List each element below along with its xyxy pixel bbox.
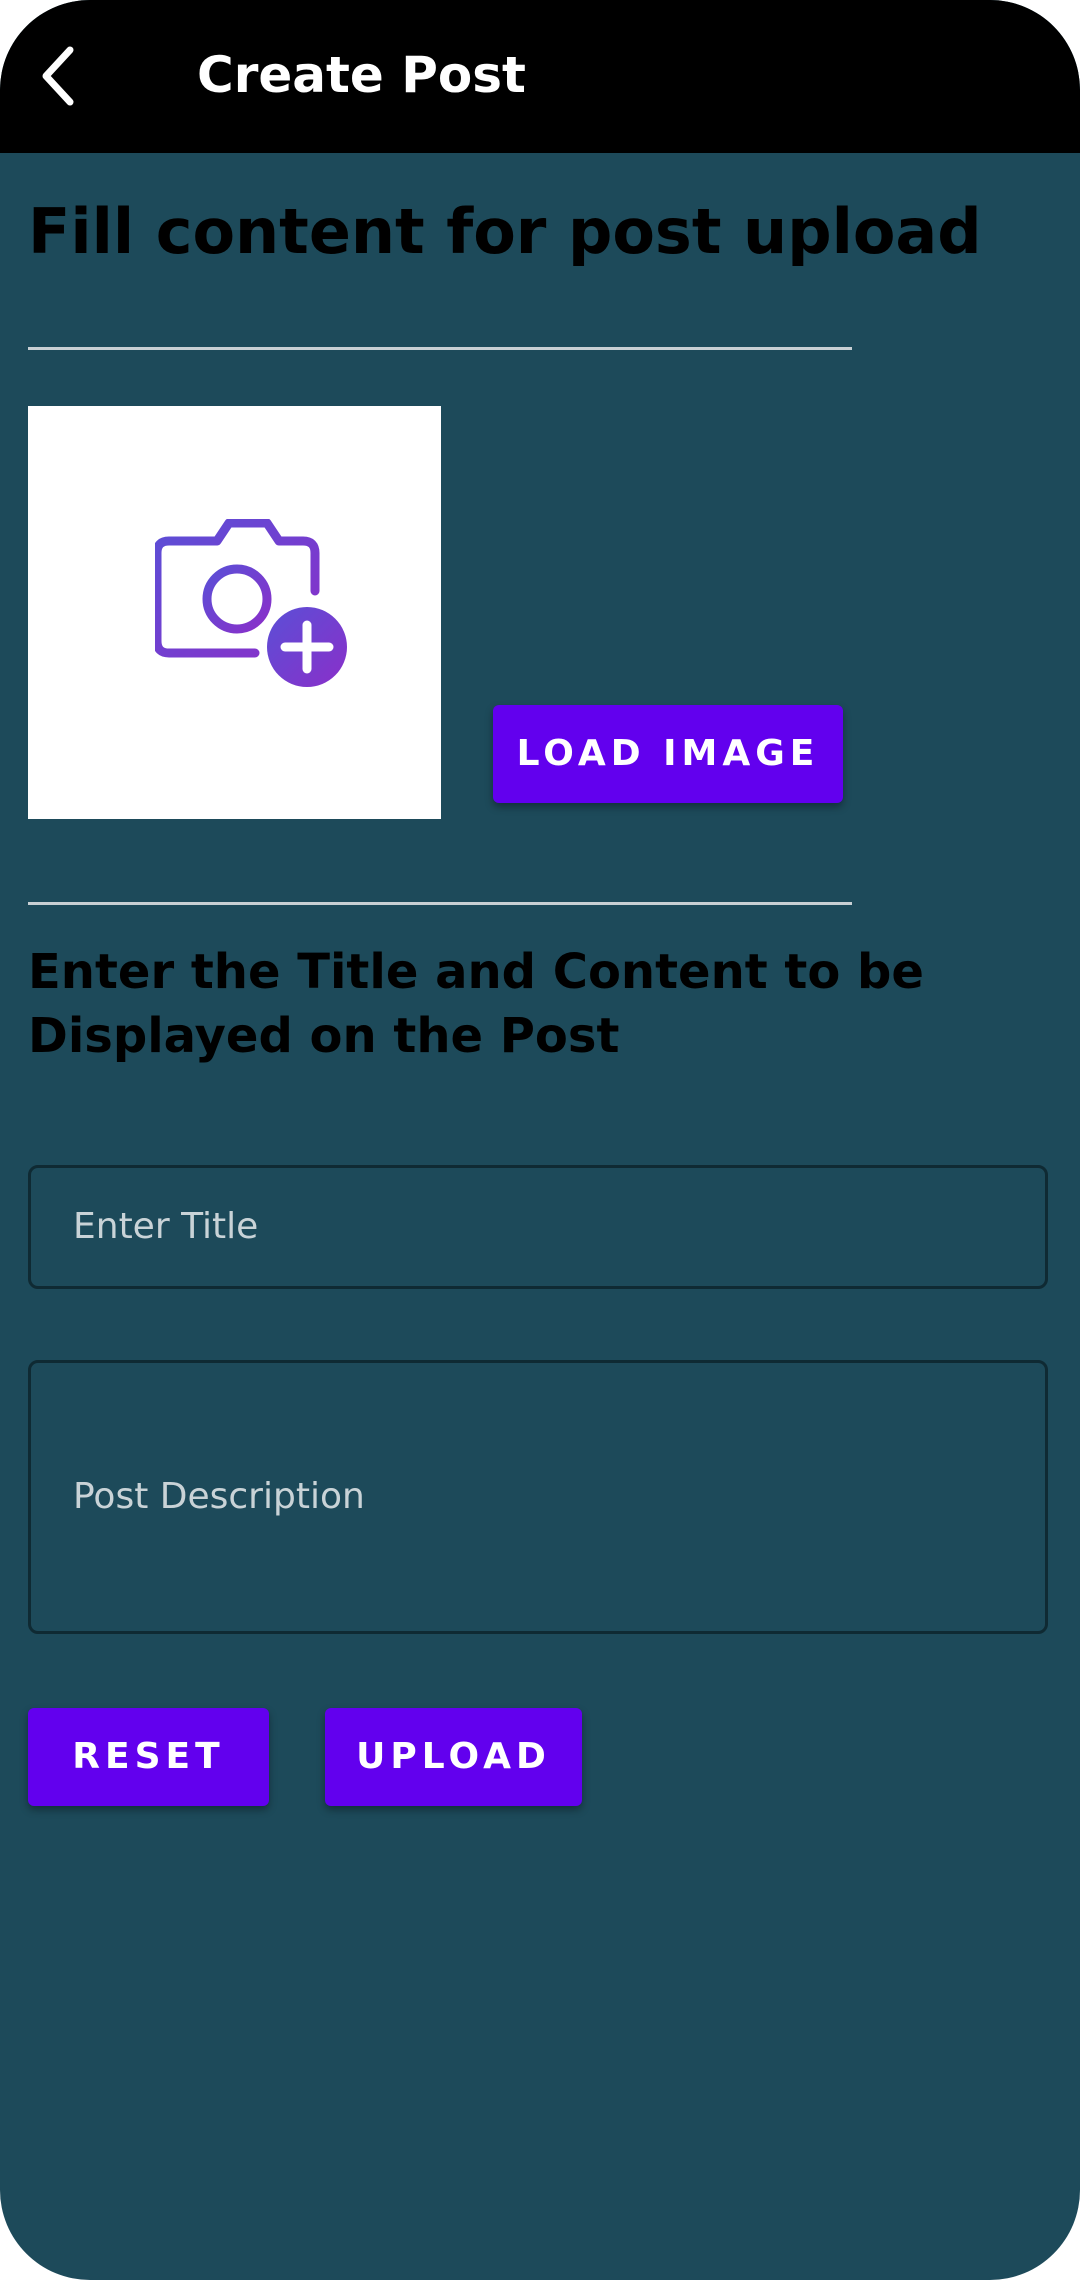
upload-button[interactable]: UPLOAD (325, 1708, 582, 1806)
image-preview[interactable] (28, 406, 441, 819)
divider-bottom (28, 902, 852, 905)
title-input[interactable]: Enter Title (28, 1165, 1048, 1289)
subheading-line-1: Enter the Title and Content to be (28, 944, 924, 1000)
create-post-screen: Create Post Fill content for post upload… (0, 0, 1080, 2280)
description-input-placeholder: Post Description (73, 1476, 365, 1517)
description-input[interactable]: Post Description (28, 1360, 1048, 1634)
form-heading: Fill content for post upload (28, 195, 982, 268)
subheading-line-2: Displayed on the Post (28, 1008, 620, 1064)
title-input-placeholder: Enter Title (73, 1206, 259, 1247)
form-subheading: Enter the Title and Content to be Displa… (28, 940, 1028, 1068)
page-title: Create Post (197, 46, 526, 104)
reset-button[interactable]: RESET (28, 1708, 269, 1806)
add-photo-camera-icon (155, 519, 361, 691)
top-app-bar: Create Post (0, 0, 1080, 153)
back-button[interactable] (30, 40, 94, 112)
load-image-button[interactable]: LOAD IMAGE (493, 705, 843, 803)
divider-top (28, 347, 852, 350)
arrow-back-icon (30, 40, 94, 112)
